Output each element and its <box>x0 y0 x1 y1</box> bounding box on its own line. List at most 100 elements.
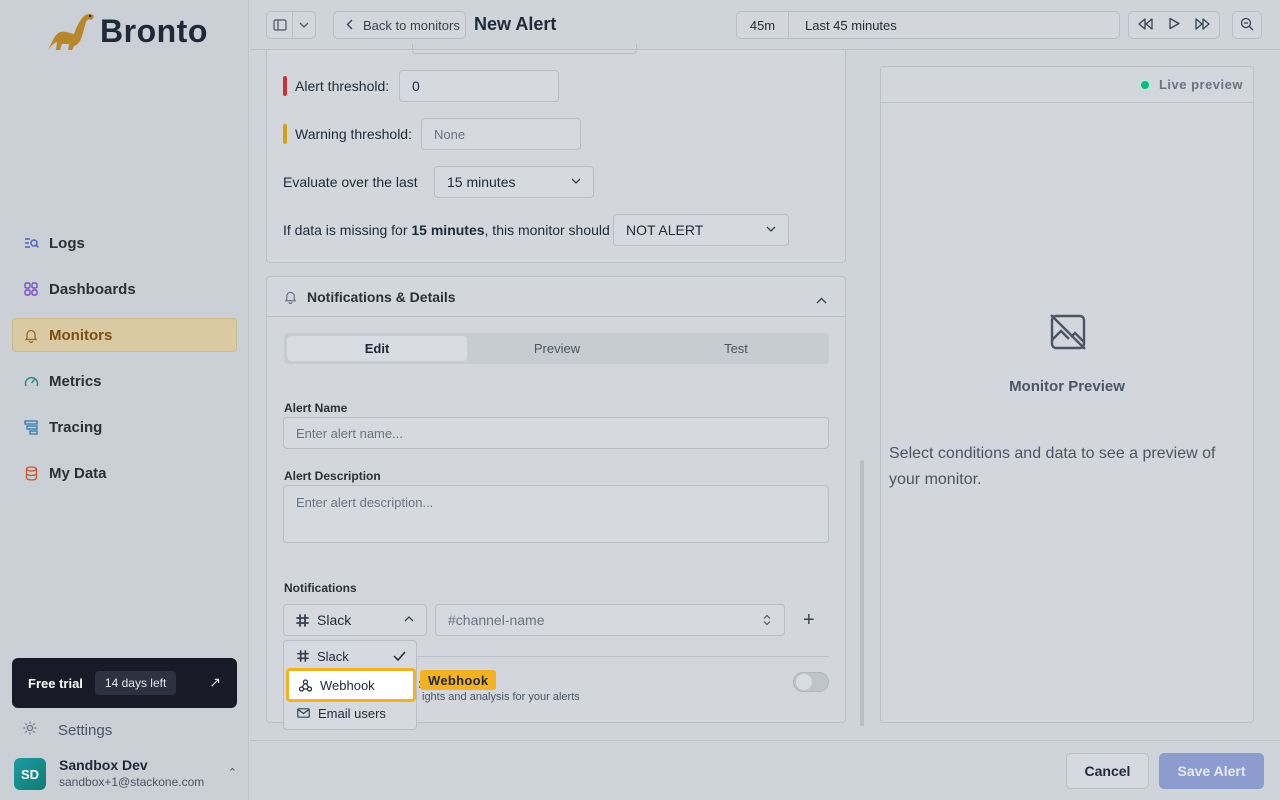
check-icon <box>393 649 406 664</box>
preview-message: Select conditions and data to see a prev… <box>889 445 1216 488</box>
time-range-label: Last 45 minutes <box>805 17 897 33</box>
missing-data-prefix: If data is missing for <box>283 222 412 238</box>
live-preview-header: Live preview <box>881 67 1253 103</box>
free-trial-banner[interactable]: Free trial 14 days left ↗ <box>12 658 237 708</box>
alert-name-label: Alert Name <box>284 401 348 415</box>
alert-name-input[interactable]: Enter alert name... <box>283 417 829 449</box>
tab-edit[interactable]: Edit <box>287 336 467 361</box>
chevron-down-icon <box>293 22 315 28</box>
mail-icon <box>297 708 310 718</box>
dropdown-option-label: Webhook <box>320 677 375 693</box>
zoom-out-icon <box>1240 17 1254 34</box>
bell-icon <box>284 290 297 309</box>
channel-type-dropdown: Slack Webhook Email users <box>283 640 417 730</box>
top-bar: Back to monitors New Alert 45m Last 45 m… <box>250 0 1280 50</box>
play-icon[interactable] <box>1168 17 1180 33</box>
notifications-header[interactable]: Notifications & Details <box>267 277 845 317</box>
alert-description-textarea[interactable]: Enter alert description... <box>283 485 829 543</box>
warning-threshold-bar <box>283 124 287 144</box>
missing-data-behavior-value: NOT ALERT <box>626 222 704 238</box>
warning-threshold-input[interactable]: None <box>421 118 581 150</box>
sidebar-item-label: Metrics <box>49 372 102 390</box>
sidebar-nav: Logs Dashboards Monitors Metrics Tracing <box>12 226 237 502</box>
dropdown-option-label: Slack <box>317 648 349 664</box>
chevron-up-icon[interactable] <box>816 291 827 309</box>
sidebar-item-tracing[interactable]: Tracing <box>12 410 237 444</box>
live-preview-panel: Live preview Monitor Preview Select cond… <box>880 66 1254 723</box>
sidebar-item-label: Tracing <box>49 418 103 436</box>
live-preview-label: Live preview <box>1158 77 1243 92</box>
sidebar-item-monitors[interactable]: Monitors <box>12 318 237 352</box>
gauge-icon <box>23 373 39 389</box>
notifications-label: Notifications <box>284 581 357 595</box>
slack-icon <box>297 650 309 662</box>
fast-forward-icon[interactable] <box>1195 17 1211 33</box>
trial-days-badge: 14 days left <box>94 671 177 695</box>
chevron-down-icon <box>766 226 776 232</box>
back-label: Back to monitors <box>363 17 460 33</box>
warning-threshold-label: Warning threshold: <box>295 126 412 142</box>
missing-data-suffix: , this monitor should <box>484 222 610 238</box>
evaluate-window-select[interactable]: 15 minutes <box>434 166 594 198</box>
sidebar-item-dashboards[interactable]: Dashboards <box>12 272 237 306</box>
playback-controls <box>1128 11 1220 39</box>
brand-name: Bronto <box>100 12 208 49</box>
rewind-icon[interactable] <box>1137 17 1153 33</box>
missing-data-sentence: If data is missing for 15 minutes, this … <box>283 222 610 238</box>
missing-data-behavior-select[interactable]: NOT ALERT <box>613 214 789 246</box>
logo[interactable]: Bronto <box>44 10 208 52</box>
tab-test[interactable]: Test <box>646 336 826 361</box>
cancel-button[interactable]: Cancel <box>1066 753 1149 789</box>
trial-title: Free trial <box>28 675 83 691</box>
live-status-dot <box>1140 80 1149 89</box>
webhook-icon <box>299 678 312 692</box>
toggle-knob <box>796 674 812 690</box>
logs-icon <box>23 235 39 251</box>
previous-field-edge <box>412 44 637 54</box>
user-email: sandbox+1@stackone.com <box>59 775 205 789</box>
sidebar-toggle-button[interactable] <box>266 11 316 39</box>
time-range-short: 45m <box>737 12 789 38</box>
notifications-title: Notifications & Details <box>307 289 456 305</box>
sidebar-item-my-data[interactable]: My Data <box>12 456 237 490</box>
conditions-panel: Alert threshold: 0 Warning threshold: No… <box>266 44 846 263</box>
bell-icon <box>23 327 39 343</box>
sidebar-item-metrics[interactable]: Metrics <box>12 364 237 398</box>
settings-link[interactable]: Settings <box>22 720 112 740</box>
arrow-up-right-icon[interactable]: ↗ <box>209 674 221 691</box>
sidebar-item-label: Monitors <box>49 326 113 344</box>
channel-type-select[interactable]: Slack <box>283 604 427 636</box>
scrollbar[interactable] <box>860 460 864 726</box>
sidebar: Bronto Logs Dashboards Monitors Metrics <box>0 0 249 800</box>
dropdown-option-email-users[interactable]: Email users <box>284 699 416 727</box>
back-to-monitors-button[interactable]: Back to monitors <box>333 11 466 39</box>
page-title: New Alert <box>474 14 557 34</box>
user-menu[interactable]: SD Sandbox Dev sandbox+1@stackone.com ⌃ <box>14 757 239 791</box>
sidebar-item-label: Dashboards <box>49 280 136 298</box>
chevron-down-icon <box>571 178 581 184</box>
sidebar-panel-icon <box>267 12 293 38</box>
save-alert-button[interactable]: Save Alert <box>1159 753 1264 789</box>
dropdown-option-slack[interactable]: Slack <box>284 642 416 670</box>
webhook-hint-label: Webhook <box>420 670 497 690</box>
missing-data-duration: 15 minutes <box>411 222 485 238</box>
sidebar-item-logs[interactable]: Logs <box>12 226 237 260</box>
chevron-up-down-icon <box>763 614 771 626</box>
alert-threshold-input[interactable]: 0 <box>399 70 559 102</box>
time-range-picker[interactable]: 45m Last 45 minutes <box>736 11 1120 39</box>
evaluate-label: Evaluate over the last <box>283 174 418 190</box>
insights-toggle[interactable] <box>793 672 829 692</box>
chevron-left-icon <box>346 18 353 33</box>
alert-threshold-bar <box>283 76 287 96</box>
insights-description: ights and analysis for your alerts <box>422 691 580 703</box>
avatar: SD <box>14 758 46 790</box>
database-icon <box>23 465 39 481</box>
dropdown-option-webhook[interactable]: Webhook <box>286 668 416 702</box>
slack-icon <box>296 613 309 627</box>
channel-name-input[interactable]: #channel-name <box>435 604 785 636</box>
user-name: Sandbox Dev <box>59 757 148 773</box>
add-channel-button[interactable]: + <box>803 609 815 632</box>
tracing-icon <box>23 419 39 435</box>
tab-preview[interactable]: Preview <box>467 336 647 361</box>
zoom-out-button[interactable] <box>1232 11 1262 39</box>
